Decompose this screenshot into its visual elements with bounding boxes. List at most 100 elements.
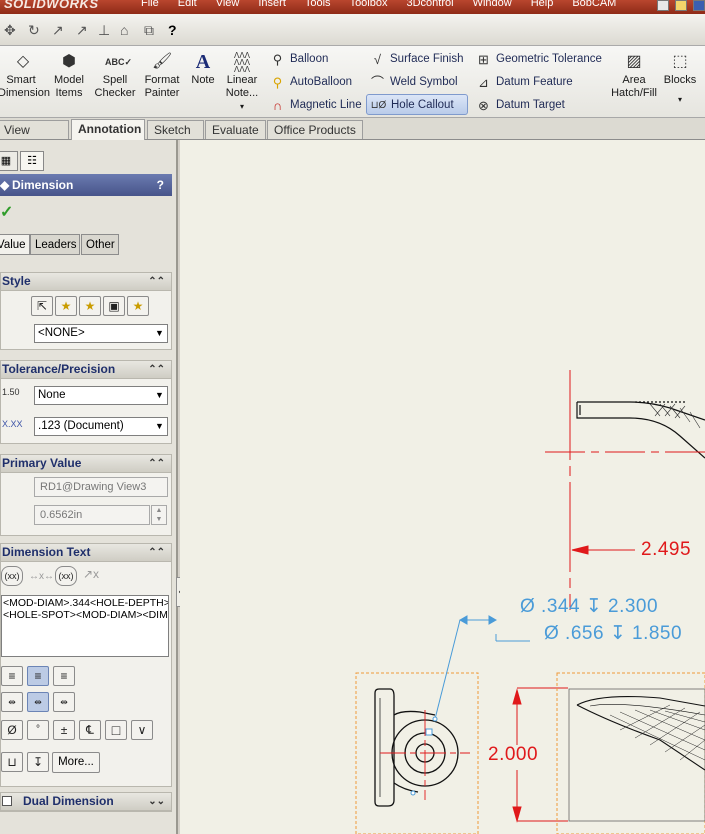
camera-icon[interactable]: ⌂	[120, 22, 128, 38]
subtab-value[interactable]: Value	[0, 234, 30, 255]
datum-feature-button[interactable]: ⊿ Datum Feature	[472, 72, 573, 93]
new-document-icon[interactable]	[657, 0, 669, 11]
value-spinner[interactable]: ▲ ▼	[151, 505, 167, 525]
menu-insert[interactable]: Insert	[250, 0, 297, 9]
square-symbol-icon[interactable]: □	[105, 720, 127, 740]
more-symbols-button[interactable]: More...	[52, 752, 100, 773]
geometric-tolerance-button[interactable]: ⊞ Geometric Tolerance	[472, 49, 602, 70]
quick-access-icons	[657, 0, 705, 11]
justify-center-icon[interactable]: ≡	[27, 666, 49, 686]
rotate-icon[interactable]: ↻	[28, 22, 40, 39]
text-align-middle-icon[interactable]: ⇹	[27, 692, 49, 712]
add-parentheses-icon[interactable]: (xx)	[1, 566, 23, 586]
area-hatch-button[interactable]: ▨ Area Hatch/Fill	[606, 52, 662, 100]
ok-check-icon[interactable]: ✓	[0, 202, 13, 222]
save-icon[interactable]	[693, 0, 705, 11]
dimension-text-header[interactable]: Dimension Text ⌃⌃	[1, 544, 171, 562]
style-group-header[interactable]: Style ⌃⌃	[1, 273, 171, 291]
menu-help[interactable]: Help	[523, 0, 565, 9]
datum-target-button[interactable]: ⊗ Datum Target	[472, 95, 565, 116]
menu-tools[interactable]: Tools	[297, 0, 342, 9]
depth-symbol-icon[interactable]: ↧	[27, 752, 49, 772]
hole-callout-button[interactable]: ⊔Ø Hole Callout	[366, 94, 468, 115]
style-select[interactable]: <NONE> ▼	[34, 324, 168, 343]
add-style-icon[interactable]: ★	[55, 296, 77, 316]
menu-3dcontrol[interactable]: 3Dcontrol	[398, 0, 464, 9]
property-manager-tab-icon[interactable]: ☷	[20, 151, 44, 171]
dimension-value-field[interactable]: 0.6562in	[34, 505, 150, 525]
center-dimension-icon[interactable]: ↔x↔	[29, 571, 54, 582]
justify-left-icon[interactable]: ≡	[1, 666, 23, 686]
apply-style-icon[interactable]: ⇱	[31, 296, 53, 316]
menu-window[interactable]: Window	[465, 0, 523, 9]
dimension-2495[interactable]: 2.495	[641, 539, 691, 561]
menu-bobcam[interactable]: BobCAM	[564, 0, 627, 9]
delete-style-icon[interactable]: ★	[79, 296, 101, 316]
dimension-2000[interactable]: 2.000	[488, 744, 538, 766]
menu-toolbox[interactable]: Toolbox	[342, 0, 399, 9]
tab-sketch[interactable]: Sketch	[147, 120, 204, 139]
offset-text-icon[interactable]: ↗x	[83, 568, 99, 580]
primary-value-header[interactable]: Primary Value ⌃⌃	[1, 455, 171, 473]
dimension-reference-field[interactable]: RD1@Drawing View3	[34, 477, 168, 497]
subtab-leaders[interactable]: Leaders	[30, 234, 80, 255]
subtab-other[interactable]: Other	[81, 234, 119, 255]
menu-edit[interactable]: Edit	[170, 0, 208, 9]
autoballoon-button[interactable]: ⚲ AutoBalloon	[266, 72, 352, 93]
balloon-button[interactable]: ⚲ Balloon	[266, 49, 329, 70]
tolerance-type-select[interactable]: None ▼	[34, 386, 168, 405]
open-folder-icon[interactable]	[675, 0, 687, 11]
collapse-chevron-icon[interactable]: ⌃⌃	[148, 544, 165, 561]
collapse-chevron-icon[interactable]: ⌃⌃	[148, 273, 165, 290]
menu-file[interactable]: File	[133, 0, 170, 9]
collapse-chevron-icon[interactable]: ⌃⌃	[148, 455, 165, 472]
centerline-symbol-icon[interactable]: ℄	[79, 720, 101, 740]
note-button[interactable]: A Note	[188, 52, 218, 87]
spell-checker-button[interactable]: ABC✓ Spell Checker	[93, 52, 137, 100]
diameter-symbol-icon[interactable]: Ø	[1, 720, 23, 740]
text-align-top-icon[interactable]: ⇹	[1, 692, 23, 712]
dual-dimension-header[interactable]: Dual Dimension ⌄⌄	[1, 793, 171, 811]
feature-tree-tab-icon[interactable]: ▦	[0, 151, 18, 171]
pointer-icon[interactable]: ↗	[76, 22, 88, 39]
tab-annotation[interactable]: Annotation	[71, 119, 145, 140]
save-style-icon[interactable]: ▣	[103, 296, 125, 316]
help-icon[interactable]: ?	[168, 22, 177, 38]
dual-dimension-checkbox[interactable]	[2, 796, 12, 806]
tolerance-group-header[interactable]: Tolerance/Precision ⌃⌃	[1, 361, 171, 379]
arrow-icon[interactable]: ↗	[52, 22, 64, 39]
move-icon[interactable]: ✥	[4, 22, 16, 39]
blocks-button[interactable]: ⬚ Blocks ▾	[662, 52, 698, 106]
expand-chevron-icon[interactable]: ⌄⌄	[148, 793, 165, 810]
linear-note-button[interactable]: ΛΛΛ ΛΛΛ ΛΛΛ Linear Note... ▾	[222, 52, 262, 113]
format-painter-button[interactable]: 🖌 Format Painter	[141, 52, 183, 100]
linear-note-dropdown-icon[interactable]: ▾	[222, 100, 262, 113]
justify-right-icon[interactable]: ≡	[53, 666, 75, 686]
plus-minus-symbol-icon[interactable]: ±	[53, 720, 75, 740]
menu-view[interactable]: View	[208, 0, 251, 9]
precision-select[interactable]: .123 (Document) ▼	[34, 417, 168, 436]
dimension-text-editor[interactable]: <MOD-DIAM>.344<HOLE-DEPTH>2.300 <HOLE-SP…	[1, 595, 169, 657]
line-icon[interactable]: ⊥	[98, 22, 110, 39]
help-button[interactable]: ?	[157, 174, 164, 196]
weld-symbol-button[interactable]: ⌒ Weld Symbol	[366, 72, 458, 93]
load-style-icon[interactable]: ★	[127, 296, 149, 316]
inspection-dimension-icon[interactable]: (xx)	[55, 566, 77, 586]
tab-evaluate[interactable]: Evaluate	[205, 120, 266, 139]
tab-office-products[interactable]: Office Products	[267, 120, 363, 139]
degree-symbol-icon[interactable]: °	[27, 720, 49, 740]
magnetic-line-button[interactable]: ∩ Magnetic Line	[266, 95, 362, 116]
hole-callout-line2[interactable]: Ø .656 ↧ 1.850	[544, 622, 682, 645]
copy-icon[interactable]: ⧉	[144, 22, 154, 39]
model-items-button[interactable]: ⬢ Model Items	[50, 52, 88, 100]
text-align-bottom-icon[interactable]: ⇹	[53, 692, 75, 712]
countersink-symbol-icon[interactable]: ∨	[131, 720, 153, 740]
counterbore-symbol-icon[interactable]: ⊔	[1, 752, 23, 772]
drawing-canvas[interactable]: 2.495 2.000 Ø .344 ↧ 2.300 Ø .656 ↧ 1.85…	[180, 140, 705, 834]
smart-dimension-button[interactable]: ◇ Smart Dimension	[0, 52, 50, 100]
blocks-dropdown-icon[interactable]: ▾	[662, 93, 698, 106]
collapse-chevron-icon[interactable]: ⌃⌃	[148, 361, 165, 378]
surface-finish-button[interactable]: √ Surface Finish	[366, 49, 464, 70]
tab-view-layout[interactable]: View Layout	[0, 120, 69, 155]
hole-callout-line1[interactable]: Ø .344 ↧ 2.300	[520, 595, 658, 618]
